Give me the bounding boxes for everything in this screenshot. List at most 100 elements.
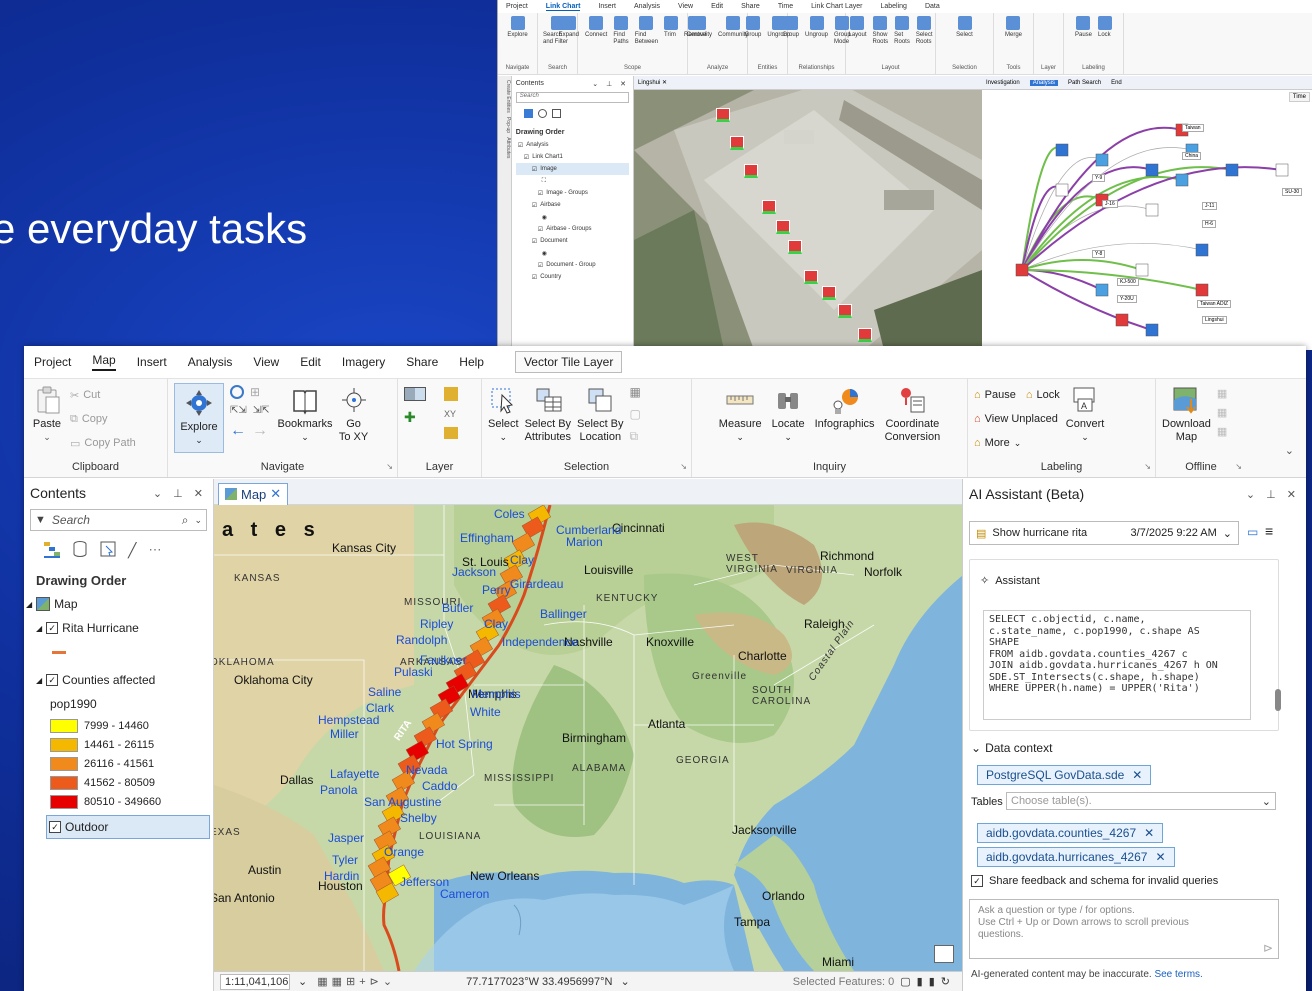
back-ribbon-button[interactable]: Lock: [1098, 16, 1112, 39]
back-tree-checkbox[interactable]: ☑: [524, 154, 529, 161]
link-chart-node[interactable]: [1145, 323, 1159, 337]
back-ribbon-button[interactable]: Show Roots: [873, 16, 888, 46]
back-link-tab-investigation[interactable]: Investigation: [986, 80, 1020, 86]
chevron-down-icon[interactable]: ⌄: [194, 515, 202, 526]
back-ribbon-button[interactable]: Set Roots: [894, 16, 910, 46]
list-by-drawing-order-icon[interactable]: [44, 542, 60, 558]
aircraft-marker[interactable]: [730, 136, 744, 150]
map-node[interactable]: ◢ Map: [24, 592, 213, 616]
remove-icon[interactable]: ✕: [1132, 768, 1142, 782]
xy-data-icon[interactable]: XY: [444, 409, 458, 419]
back-menu-insert[interactable]: Insert: [598, 3, 616, 10]
back-menu-link-chart-layer[interactable]: Link Chart Layer: [811, 3, 862, 10]
back-menu-share[interactable]: Share: [741, 3, 760, 10]
menu-edit[interactable]: Edit: [300, 355, 321, 369]
new-chat-icon[interactable]: ▭: [1247, 525, 1258, 539]
link-chart-node[interactable]: [1095, 153, 1109, 167]
legend-row[interactable]: 41562 - 80509: [24, 773, 213, 792]
link-chart-node[interactable]: [1145, 163, 1159, 177]
full-extent-icon[interactable]: [230, 385, 244, 399]
scale-input[interactable]: 1:11,041,106: [220, 973, 290, 990]
back-pane-controls[interactable]: ⌄ ⊥ ✕: [592, 80, 629, 88]
link-chart-node[interactable]: [1175, 173, 1189, 187]
zoom-in-fixed-icon[interactable]: ⇱⇲: [230, 405, 247, 416]
pane-controls[interactable]: ⌄ ⊥ ✕: [153, 487, 207, 500]
rita-visibility-checkbox[interactable]: ✓: [46, 622, 59, 634]
link-chart-node[interactable]: [1115, 313, 1129, 327]
aircraft-marker[interactable]: [762, 200, 776, 214]
back-link-tab-analysis[interactable]: Analysis: [1029, 79, 1059, 86]
share-feedback-checkbox[interactable]: ✓: [971, 875, 983, 887]
back-ribbon-button[interactable]: Find Between: [635, 16, 658, 46]
fixed-zoom-icon[interactable]: ⊞: [250, 385, 260, 399]
menu-map[interactable]: Map: [92, 353, 116, 371]
layer-file-icon[interactable]: [444, 427, 458, 439]
copy-button[interactable]: ⧉ Copy: [70, 407, 136, 431]
menu-view[interactable]: View: [253, 355, 279, 369]
link-chart-node[interactable]: [1195, 243, 1209, 257]
remove-icon[interactable]: ✕: [1144, 826, 1154, 840]
pause-button[interactable]: ⌂ Pause: [974, 383, 1016, 407]
map-legend-toggle-icon[interactable]: [934, 945, 954, 963]
back-tree-row[interactable]: ☑ Link Chart1: [516, 151, 629, 163]
filter-icon[interactable]: ▼: [35, 514, 46, 526]
menu-project[interactable]: Project: [34, 355, 71, 369]
attributes-table-icon[interactable]: ▦: [630, 385, 641, 399]
zoom-out-fixed-icon[interactable]: ⇲⇱: [253, 405, 270, 416]
rita-layer[interactable]: ◢ ✓ Rita Hurricane: [24, 616, 213, 640]
counties-visibility-checkbox[interactable]: ✓: [46, 674, 59, 686]
back-tree-checkbox[interactable]: ☑: [538, 262, 543, 269]
back-ribbon-button[interactable]: Find Paths: [613, 16, 629, 46]
expand-arrow-icon[interactable]: ◢: [26, 600, 32, 609]
link-chart-node[interactable]: [1015, 263, 1029, 277]
lock-button[interactable]: ⌂ Lock: [1026, 383, 1060, 407]
list-by-editing-icon[interactable]: ╱: [128, 542, 136, 559]
legend-row[interactable]: 14461 - 26115: [24, 735, 213, 754]
list-by-data-source-icon[interactable]: [72, 540, 88, 560]
search-icon[interactable]: ⌕: [182, 513, 189, 528]
back-arrow-icon[interactable]: ←: [230, 422, 246, 440]
zoom-to-selection-icon[interactable]: ⧉: [630, 429, 641, 444]
map-status-tools[interactable]: ▦▦⊞+⊳⌄: [317, 975, 396, 988]
menu-help[interactable]: Help: [459, 355, 484, 369]
legend-row[interactable]: 26116 - 41561: [24, 754, 213, 773]
back-link-tab-end[interactable]: End: [1111, 80, 1122, 86]
replace-icon[interactable]: ▦: [1217, 406, 1227, 419]
sync-icon[interactable]: ▦: [1217, 387, 1227, 400]
back-ribbon-button[interactable]: Connect: [585, 16, 607, 39]
dialog-launcher-icon[interactable]: ↘: [386, 462, 393, 471]
counties-layer[interactable]: ◢ ✓ Counties affected: [24, 668, 213, 692]
legend-row[interactable]: 7999 - 14460: [24, 716, 213, 735]
back-menu-time[interactable]: Time: [778, 3, 793, 10]
dialog-launcher-icon[interactable]: ↘: [680, 462, 687, 471]
menu-icon[interactable]: ≡: [1265, 523, 1273, 539]
satellite-map[interactable]: [634, 90, 982, 350]
back-tree-row[interactable]: ☑ Analysis: [516, 139, 629, 151]
chevron-down-icon[interactable]: ⌄: [298, 975, 307, 988]
list-by-drawing-order-icon[interactable]: [523, 109, 533, 118]
dialog-launcher-icon[interactable]: ↘: [1144, 462, 1151, 471]
side-tab-popup[interactable]: Pop-up: [505, 117, 511, 133]
back-menu-view[interactable]: View: [678, 3, 693, 10]
back-ribbon-button[interactable]: Select: [956, 16, 973, 39]
side-tab-create-entities[interactable]: Create Entities: [505, 80, 511, 113]
back-menu-edit[interactable]: Edit: [711, 3, 723, 10]
link-chart-node[interactable]: [1195, 283, 1209, 297]
question-input[interactable]: Ask a question or type / for options. Us…: [969, 899, 1279, 959]
chat-session-select[interactable]: ▤ Show hurricane rita 3/7/2025 9:22 AM ⌄: [969, 521, 1239, 545]
link-chart-node[interactable]: [1095, 283, 1109, 297]
aircraft-marker[interactable]: [858, 328, 872, 342]
menu-analysis[interactable]: Analysis: [188, 355, 233, 369]
back-ribbon-button[interactable]: Group: [745, 16, 761, 39]
back-ribbon-button[interactable]: Pause: [1075, 16, 1092, 39]
see-terms-link[interactable]: See terms.: [1154, 969, 1202, 980]
link-chart-node[interactable]: [1055, 183, 1069, 197]
contents-search-input[interactable]: ▼ Search ⌕ ⌄: [30, 509, 207, 531]
back-tree-checkbox[interactable]: ☑: [538, 190, 543, 197]
expand-arrow-icon[interactable]: ◢: [36, 676, 42, 685]
table-pill-hurricanes[interactable]: aidb.govdata.hurricanes_4267 ✕: [977, 847, 1175, 867]
back-tree-row[interactable]: ☑ Document: [516, 235, 629, 247]
side-tab-attributes[interactable]: Attributes: [505, 137, 511, 158]
remove-icon[interactable]: ✕: [1155, 850, 1165, 864]
back-link-tab-path-search[interactable]: Path Search: [1068, 80, 1101, 86]
